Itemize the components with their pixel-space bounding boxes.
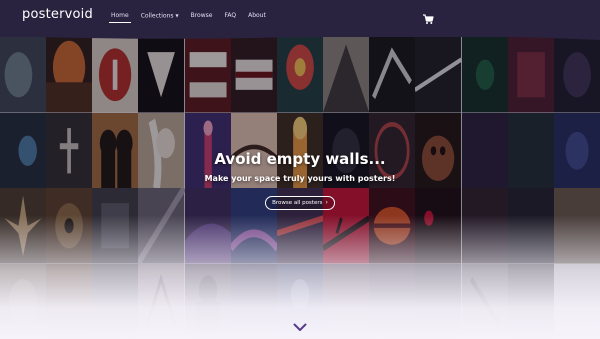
nav-links: Home Collections ▼ Browse FAQ About [105, 11, 272, 23]
poster-tile[interactable] [323, 263, 370, 339]
logo[interactable]: postervoid [22, 7, 93, 22]
poster-tile[interactable] [92, 37, 139, 113]
poster-tile[interactable] [92, 263, 139, 339]
nav-home[interactable]: Home [105, 11, 135, 23]
chevron-down-icon: ▼ [175, 13, 179, 18]
poster-tile[interactable] [415, 37, 462, 113]
poster-tile[interactable] [461, 37, 508, 113]
nav-about[interactable]: About [242, 11, 272, 21]
poster-tile[interactable] [276, 37, 324, 113]
hero: Avoid empty walls... Make your space tru… [0, 150, 600, 210]
nav-browse[interactable]: Browse [185, 11, 219, 21]
poster-tile[interactable] [0, 263, 47, 339]
nav-collections-label: Collections [140, 12, 174, 20]
nav-collections[interactable]: Collections ▼ [135, 11, 185, 21]
poster-tile[interactable] [230, 37, 277, 113]
poster-tile[interactable] [0, 37, 47, 113]
cart-icon[interactable] [422, 10, 434, 24]
poster-tile[interactable] [553, 37, 600, 113]
browse-all-button[interactable]: Browse all posters › [265, 196, 335, 210]
browse-all-label: Browse all posters [272, 200, 323, 206]
top-navbar: postervoid Home Collections ▼ Browse FAQ … [0, 0, 600, 37]
poster-tile[interactable] [507, 37, 554, 113]
poster-tile[interactable] [369, 37, 416, 113]
poster-tile[interactable] [184, 263, 231, 339]
poster-tile[interactable] [323, 37, 370, 113]
nav-faq-label: FAQ [224, 12, 237, 19]
nav-faq[interactable]: FAQ [218, 11, 242, 21]
poster-tile[interactable] [230, 263, 277, 339]
nav-home-label: Home [111, 12, 129, 19]
poster-tile[interactable] [46, 263, 93, 339]
poster-tile[interactable] [369, 263, 416, 339]
poster-tile[interactable] [138, 263, 185, 339]
poster-tile[interactable] [138, 37, 185, 113]
hero-subtitle: Make your space truly yours with posters… [204, 174, 396, 183]
hero-title: Avoid empty walls... [214, 150, 386, 168]
chevron-down-icon[interactable] [293, 317, 307, 331]
poster-tile[interactable] [184, 37, 231, 113]
logo-text-suffix: void [64, 7, 93, 22]
logo-text: poster [22, 7, 65, 22]
nav-about-label: About [248, 12, 266, 19]
nav-browse-label: Browse [190, 12, 213, 19]
poster-tile[interactable] [507, 263, 554, 339]
chevron-right-icon: › [325, 199, 328, 206]
poster-tile[interactable] [461, 263, 508, 339]
poster-tile[interactable] [415, 263, 462, 339]
poster-tile[interactable] [46, 37, 93, 113]
